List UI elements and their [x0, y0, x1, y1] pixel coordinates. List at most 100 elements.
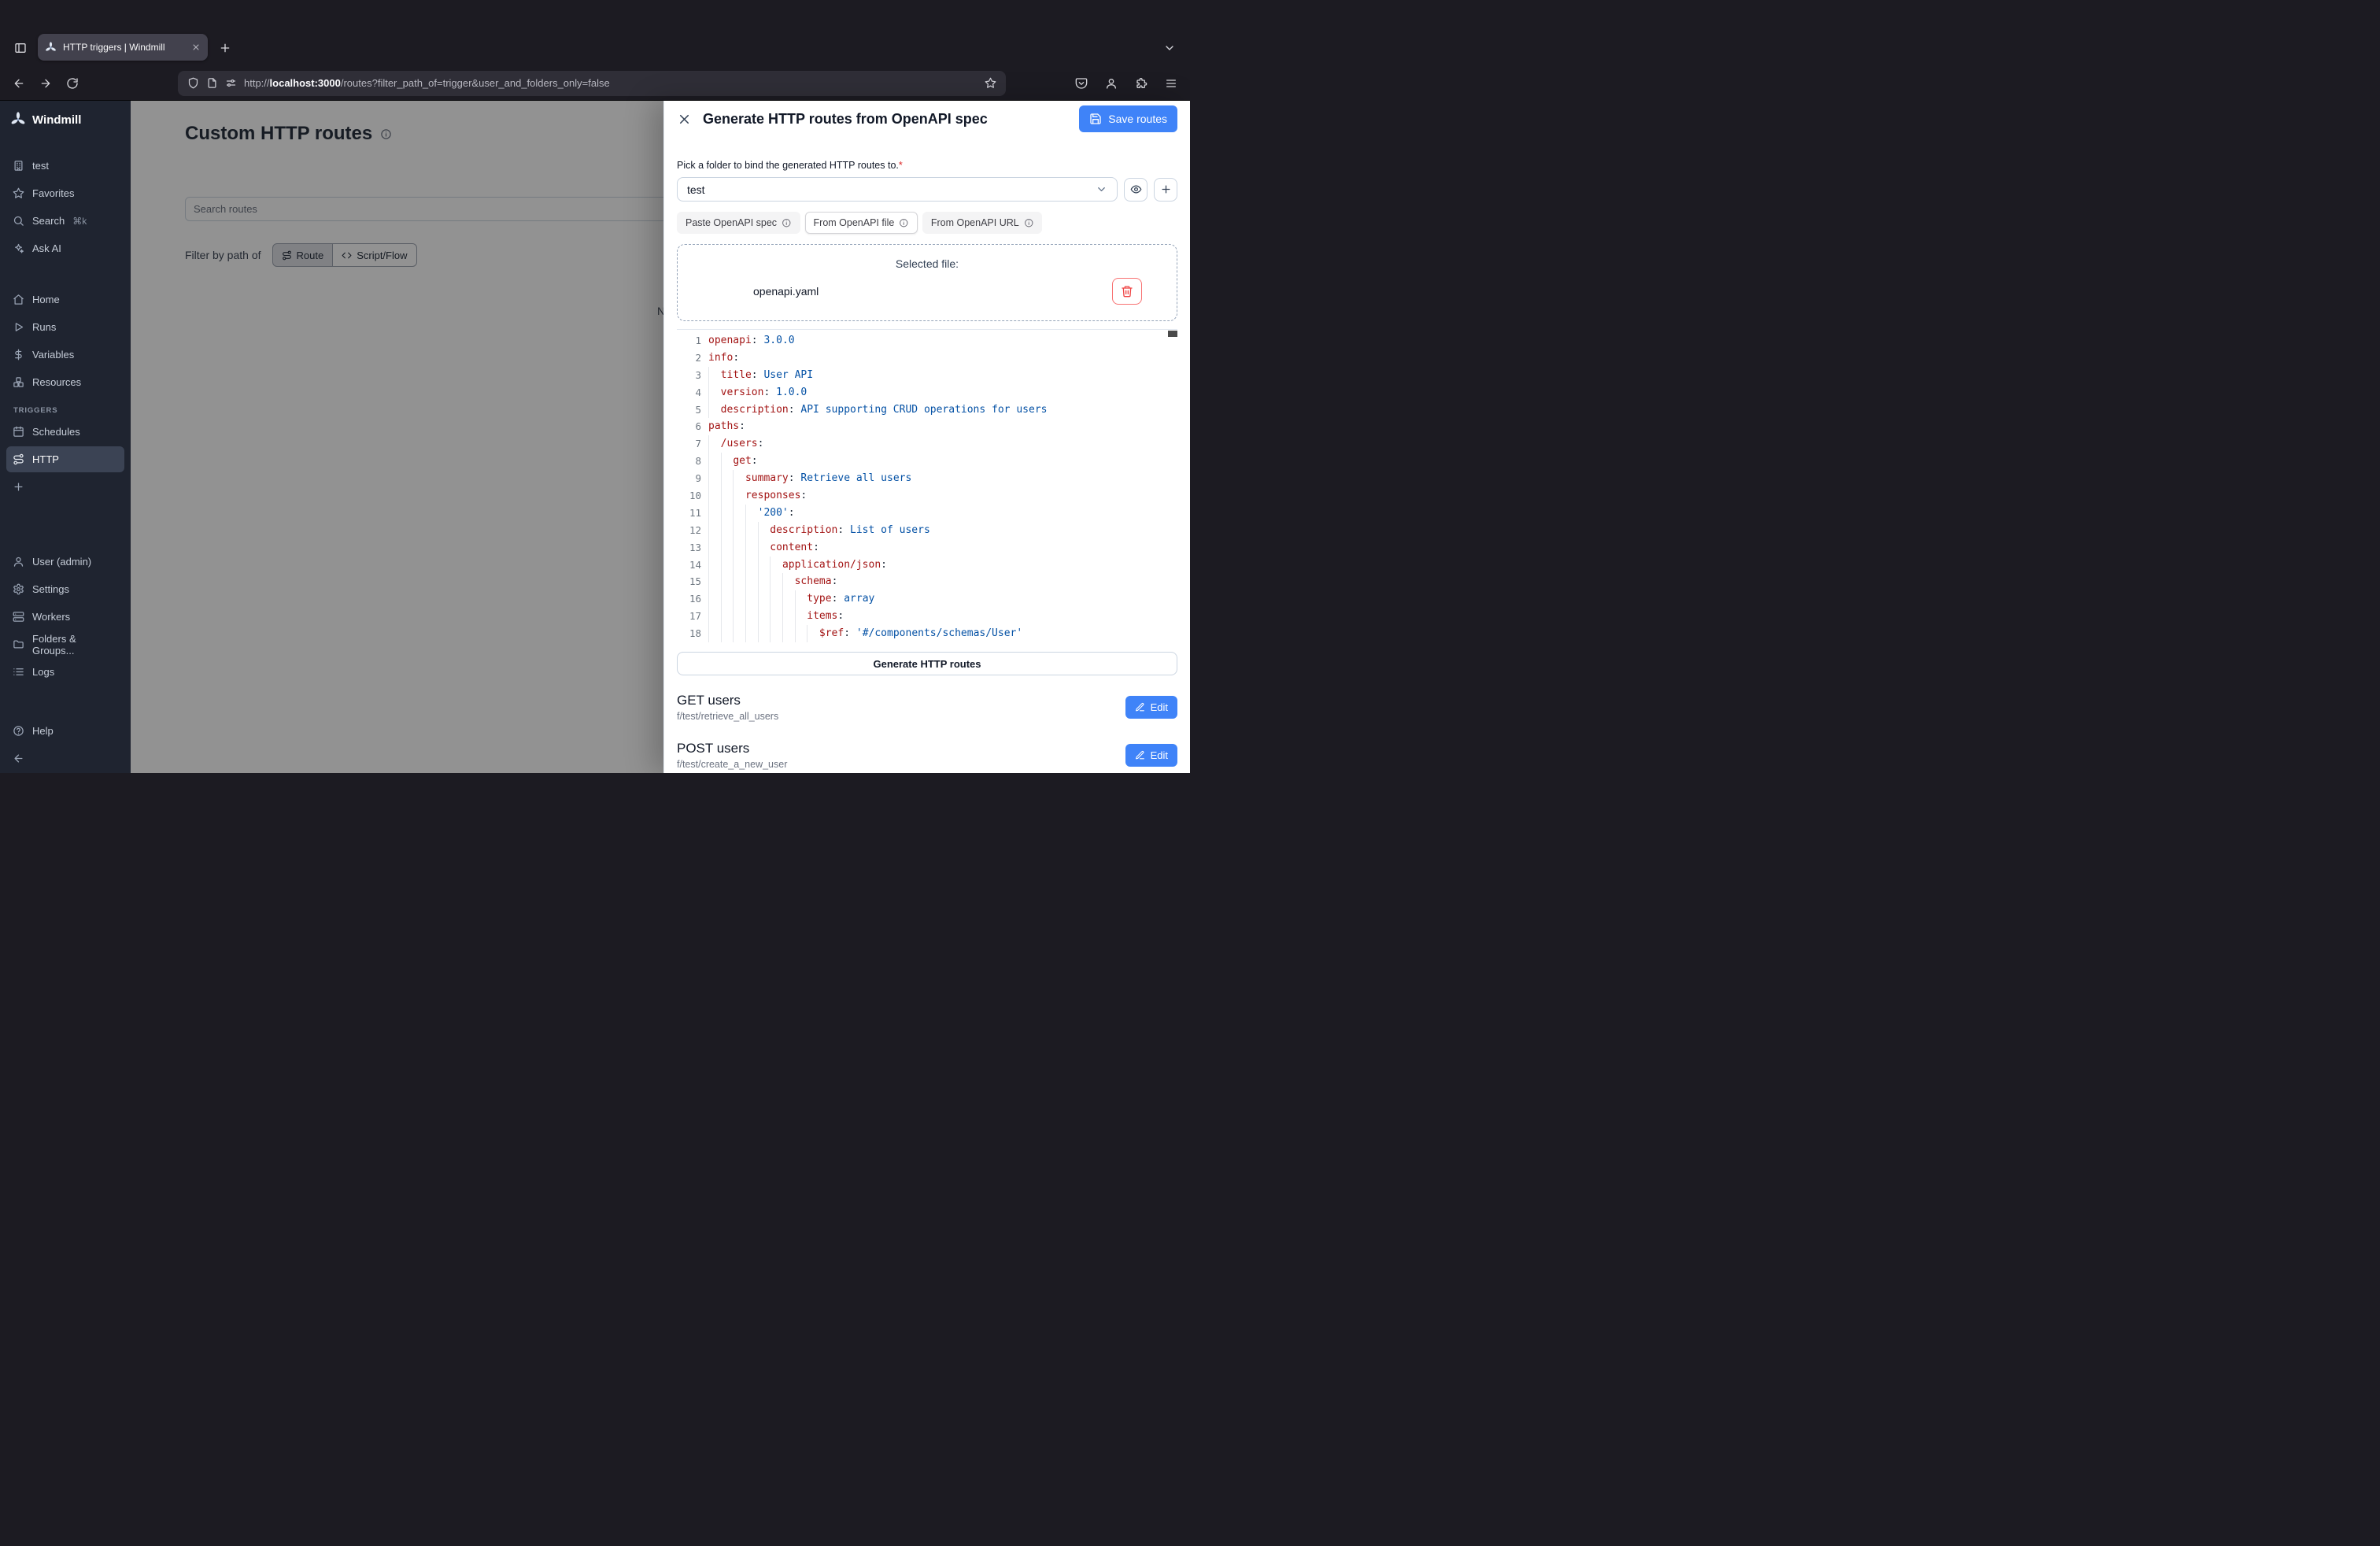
indent-guide	[721, 573, 734, 590]
sidebar-item-collapse[interactable]	[6, 745, 124, 771]
indent-guide	[708, 625, 721, 642]
pocket-icon	[1075, 77, 1088, 90]
indent-guide	[733, 522, 745, 539]
pencil-icon	[1135, 702, 1145, 712]
save-routes-button[interactable]: Save routes	[1079, 105, 1177, 132]
indent-guide	[770, 590, 782, 608]
file-dropzone[interactable]: Selected file: openapi.yaml	[677, 244, 1177, 321]
tab-close-icon[interactable]	[191, 43, 201, 52]
code-line: 16type: array	[677, 590, 1177, 608]
indent-guide	[758, 573, 771, 590]
folder-select[interactable]: test	[677, 177, 1118, 202]
extensions-button[interactable]	[1129, 71, 1154, 96]
indent-guide	[758, 522, 771, 539]
code-line: 7/users:	[677, 435, 1177, 453]
sidebar-item-home[interactable]: Home	[6, 287, 124, 313]
reload-button[interactable]	[60, 71, 85, 96]
sidebar-item-label: Variables	[32, 349, 74, 361]
route-row: GET usersf/test/retrieve_all_usersEdit	[677, 693, 1177, 722]
new-tab-button[interactable]	[213, 35, 238, 61]
indent-guide	[758, 608, 771, 625]
sidebar-item-logs[interactable]: Logs	[6, 659, 124, 685]
triggers-section-label: TRIGGERS	[0, 406, 131, 415]
forward-button[interactable]	[33, 71, 58, 96]
code-line: 8get:	[677, 453, 1177, 470]
plus-icon	[219, 42, 231, 54]
windmill-brand[interactable]: Windmill	[0, 105, 131, 134]
edit-route-button[interactable]: Edit	[1125, 696, 1177, 719]
route-path: f/test/create_a_new_user	[677, 759, 787, 770]
indent-guide	[733, 573, 745, 590]
browser-tab[interactable]: HTTP triggers | Windmill	[38, 34, 208, 61]
sidebar-item-runs[interactable]: Runs	[6, 314, 124, 340]
sidebar-item-add-trigger[interactable]	[6, 474, 124, 500]
indent-guide	[721, 453, 734, 470]
yaml-code-editor[interactable]: 1openapi: 3.0.02info:3title: User API4ve…	[677, 329, 1177, 642]
sidebar-item-label: Help	[32, 725, 54, 737]
sidebar-item-resources[interactable]: Resources	[6, 369, 124, 395]
pocket-button[interactable]	[1069, 71, 1094, 96]
tab-title: HTTP triggers | Windmill	[63, 42, 185, 53]
sidebar-item-schedules[interactable]: Schedules	[6, 419, 124, 445]
editor-scrollbar-thumb[interactable]	[1168, 331, 1177, 337]
indent-guide	[708, 470, 721, 487]
tab-overview-button[interactable]	[8, 35, 33, 61]
spec-source-tab-1[interactable]: From OpenAPI file	[805, 212, 918, 234]
sidebar-item-workspace[interactable]: test	[6, 153, 124, 179]
code-line: 18$ref: '#/components/schemas/User'	[677, 625, 1177, 642]
app-body: Windmill testFavoritesSearch⌘kAsk AI Hom…	[0, 101, 1190, 773]
menu-button[interactable]	[1159, 71, 1184, 96]
list-all-tabs-button[interactable]	[1157, 35, 1182, 61]
selected-file-label: Selected file:	[678, 257, 1177, 270]
bookmark-star-icon[interactable]	[985, 77, 996, 89]
info-icon	[1024, 218, 1034, 228]
spec-source-tab-2[interactable]: From OpenAPI URL	[922, 212, 1042, 234]
sidebar-item-variables[interactable]: Variables	[6, 342, 124, 368]
sidebar-item-ask-ai[interactable]: Ask AI	[6, 235, 124, 261]
sidebar-item-user[interactable]: User (admin)	[6, 549, 124, 575]
view-folder-button[interactable]	[1124, 178, 1148, 202]
remove-file-button[interactable]	[1112, 278, 1142, 305]
line-number: 9	[677, 470, 701, 487]
back-button[interactable]	[6, 71, 31, 96]
sidebar-item-settings[interactable]: Settings	[6, 576, 124, 602]
tracking-protection-icon[interactable]	[187, 77, 199, 89]
sidebar-item-help[interactable]: Help	[6, 718, 124, 744]
sidebar-item-favorites[interactable]: Favorites	[6, 180, 124, 206]
close-drawer-icon[interactable]	[677, 112, 692, 127]
code-line: 6paths:	[677, 418, 1177, 435]
indent-guide	[708, 384, 721, 401]
spec-source-tab-0[interactable]: Paste OpenAPI spec	[677, 212, 800, 234]
chevron-down-icon	[1163, 42, 1176, 54]
indent-guide	[807, 625, 819, 642]
list-icon	[13, 666, 24, 678]
line-number: 4	[677, 384, 701, 401]
generated-routes-list: GET usersf/test/retrieve_all_usersEditPO…	[677, 693, 1177, 773]
line-number: 5	[677, 401, 701, 419]
selected-file-name: openapi.yaml	[753, 285, 819, 298]
edit-route-button[interactable]: Edit	[1125, 744, 1177, 767]
sidebar-triggers-group: Schedules HTTP	[0, 417, 131, 501]
indent-guide	[721, 608, 734, 625]
url-bar[interactable]: http://localhost:3000/routes?filter_path…	[178, 71, 1006, 96]
sidebar-item-label: Schedules	[32, 426, 80, 438]
code-line: 17items:	[677, 608, 1177, 625]
folder-select-value: test	[687, 183, 705, 196]
route-row: POST usersf/test/create_a_new_userEdit	[677, 741, 1177, 770]
indent-guide	[733, 625, 745, 642]
account-button[interactable]	[1099, 71, 1124, 96]
page-info-icon[interactable]	[206, 77, 218, 89]
sidebar-item-http[interactable]: HTTP	[6, 446, 124, 472]
line-number: 16	[677, 590, 701, 608]
sidebar-item-workers[interactable]: Workers	[6, 604, 124, 630]
server-icon	[13, 611, 24, 623]
add-folder-button[interactable]	[1154, 178, 1177, 202]
generate-routes-button[interactable]: Generate HTTP routes	[677, 652, 1177, 675]
indent-guide	[795, 608, 808, 625]
sidebar-item-search[interactable]: Search⌘k	[6, 208, 124, 234]
sidebar-footer-group: Help	[0, 716, 131, 773]
sidebar-top-group: testFavoritesSearch⌘kAsk AI	[0, 151, 131, 263]
indent-guide	[770, 557, 782, 574]
sidebar-item-folders-groups[interactable]: Folders & Groups...	[6, 631, 124, 657]
permissions-icon[interactable]	[225, 77, 237, 89]
